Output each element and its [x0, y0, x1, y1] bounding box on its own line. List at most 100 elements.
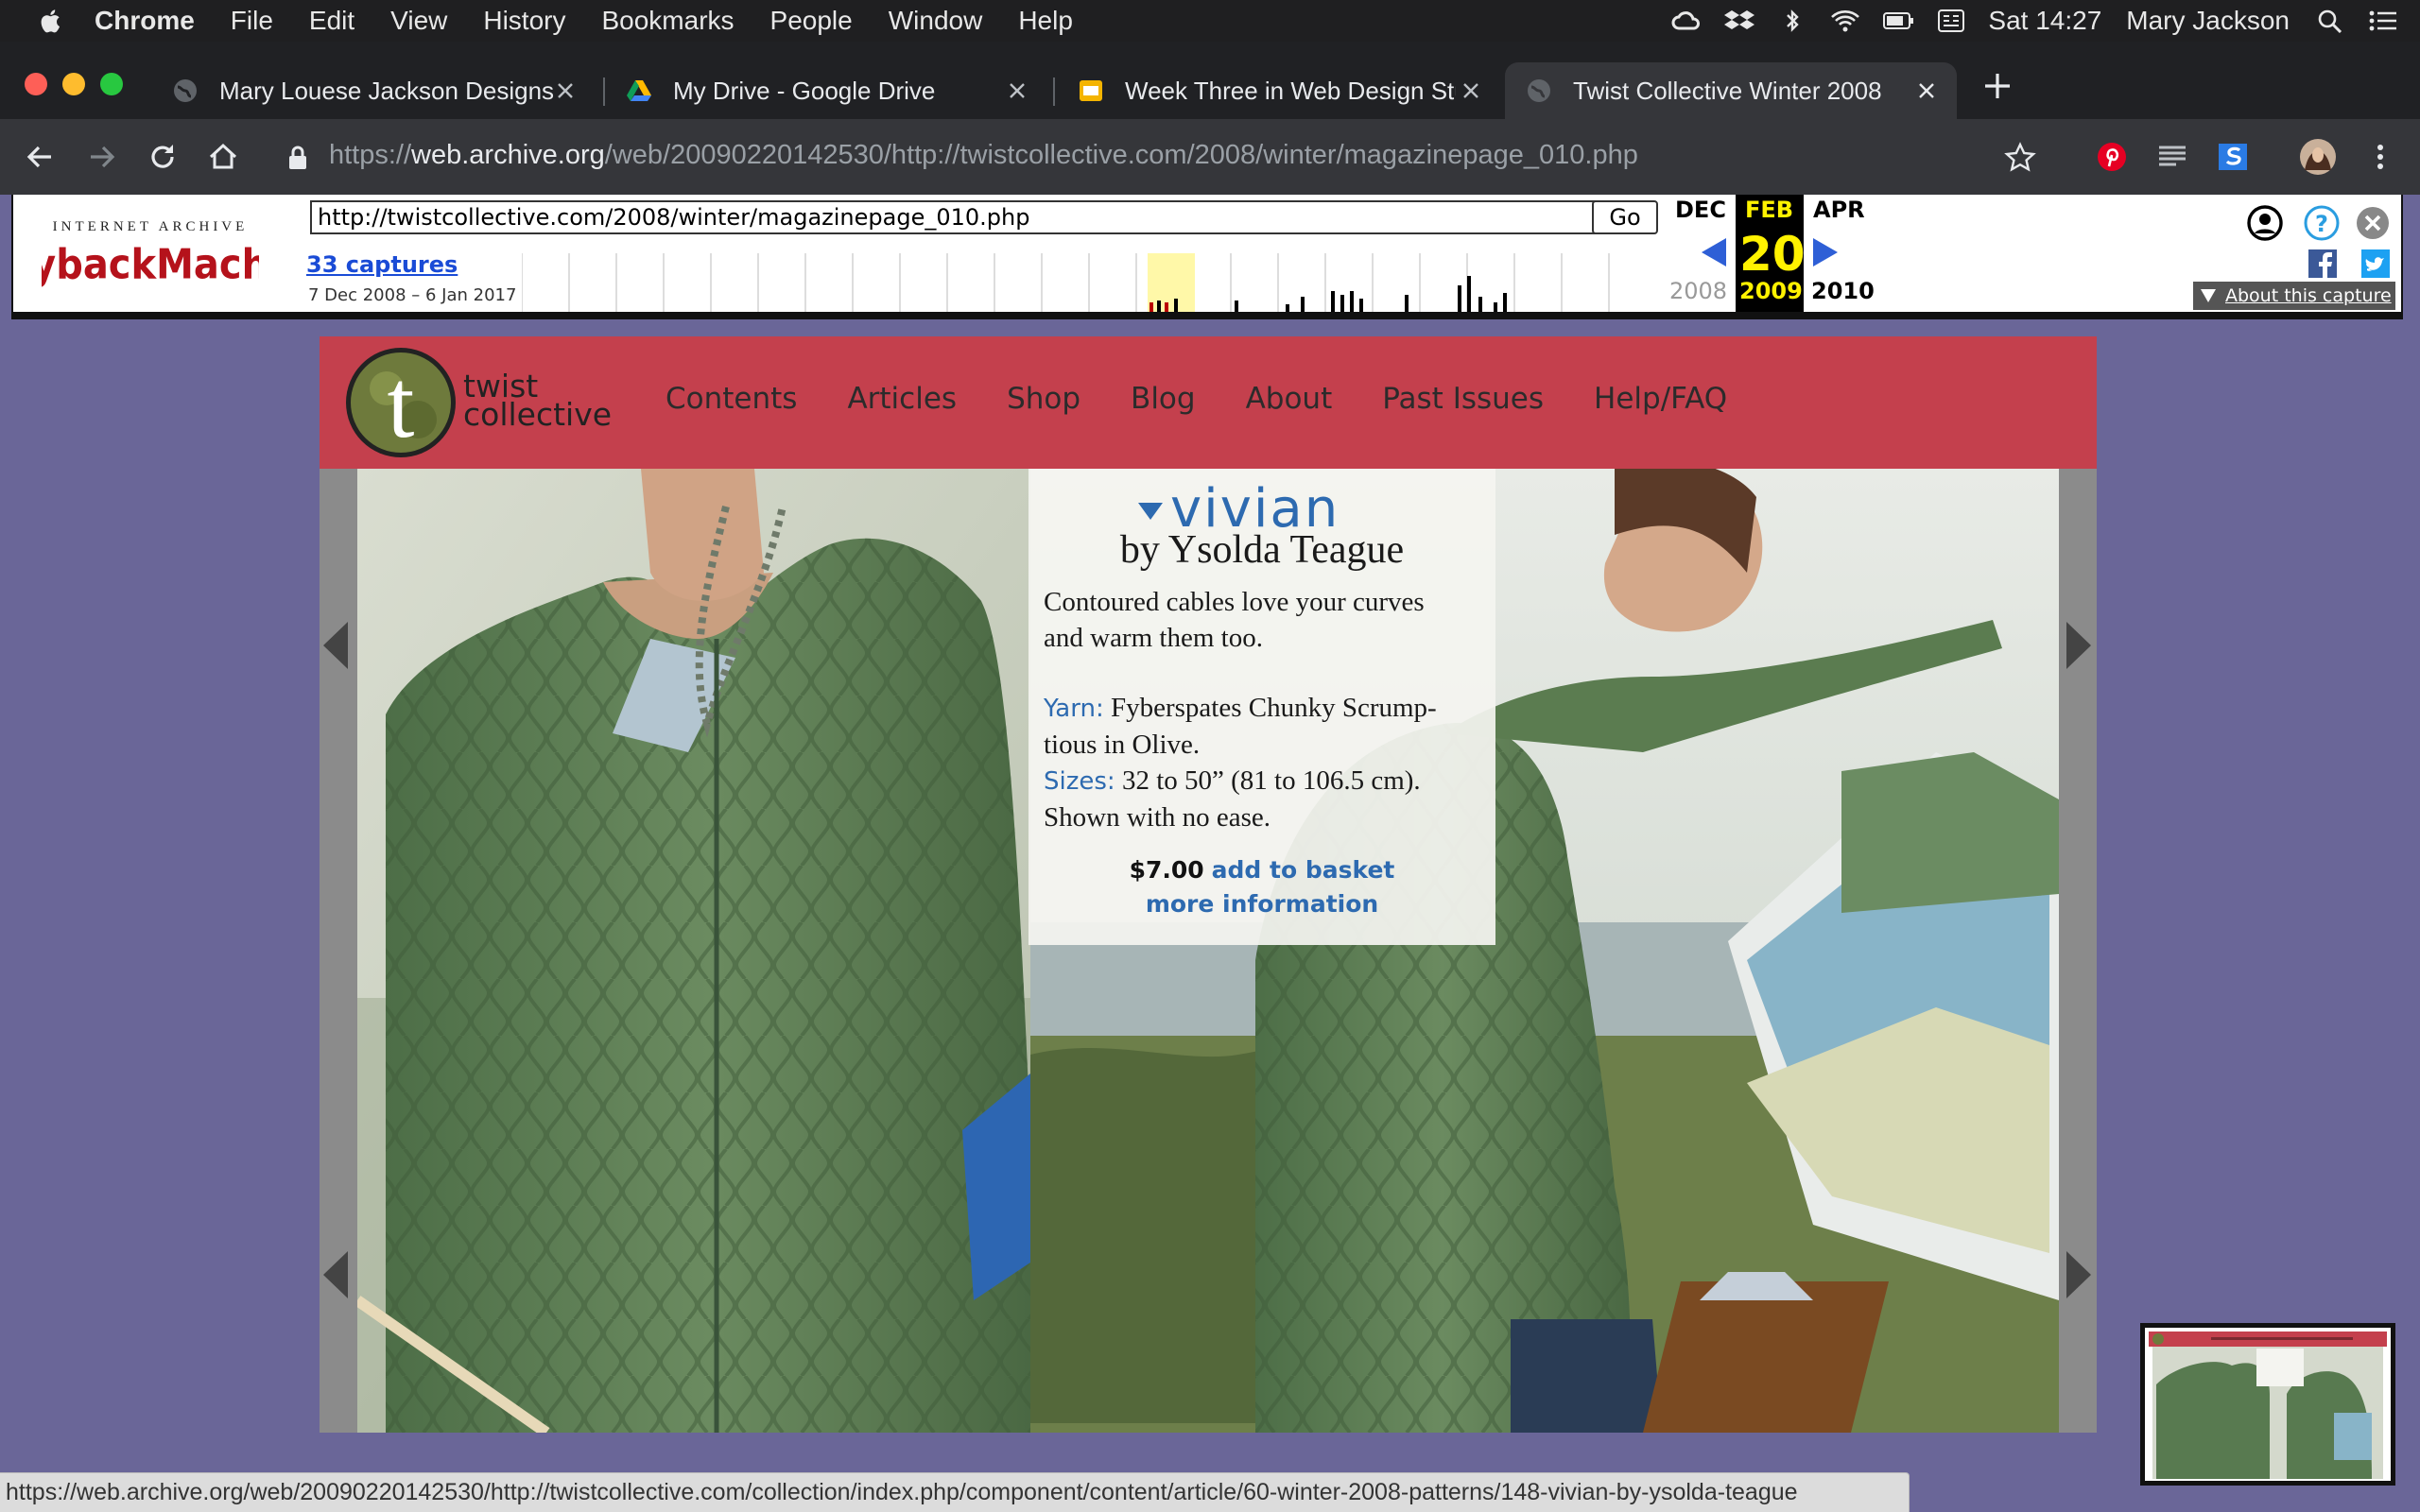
menu-bookmarks[interactable]: Bookmarks	[601, 6, 734, 36]
wayback-current-month: FEB	[1745, 197, 1794, 223]
globe-icon	[1528, 79, 1550, 102]
page-thumbnail-preview[interactable]	[2140, 1323, 2395, 1486]
new-tab-plus-icon[interactable]	[1981, 70, 2014, 102]
browser-toolbar: https://web.archive.org/web/200902201425…	[0, 119, 2420, 195]
menu-app-name[interactable]: Chrome	[95, 6, 195, 36]
twitter-icon[interactable]	[2361, 249, 2390, 278]
apple-icon[interactable]	[36, 6, 66, 36]
wifi-icon[interactable]	[1829, 9, 1861, 33]
menu-history[interactable]: History	[483, 6, 565, 36]
svg-text:?: ?	[2315, 211, 2328, 237]
nav-about[interactable]: About	[1246, 382, 1333, 416]
next-page-arrow-icon[interactable]	[2065, 620, 2093, 671]
wayback-prev-month[interactable]: DEC	[1675, 197, 1726, 223]
site-header: t twist collective Contents Articles Sho…	[320, 336, 2097, 469]
next-page-arrow-icon[interactable]	[2065, 1249, 2093, 1300]
pattern-description-line2: and warm them too.	[1044, 623, 1263, 653]
window-zoom-button[interactable]	[100, 73, 123, 95]
tab-mary-louese-jackson[interactable]: Mary Louese Jackson Designs	[151, 62, 596, 119]
tab-twist-collective-winter-2008[interactable]: Twist Collective Winter 2008	[1505, 62, 1957, 119]
s-extension-icon[interactable]	[2216, 140, 2250, 174]
lock-icon	[289, 146, 306, 169]
nav-blog[interactable]: Blog	[1131, 382, 1196, 416]
menubar-clock[interactable]: Sat 14:27	[1988, 6, 2101, 36]
wayback-machine-logo[interactable]: INTERNET ARCHIVE WaybackMachine	[42, 210, 259, 291]
notification-center-icon[interactable]	[2367, 9, 2399, 33]
battery-icon[interactable]	[1882, 9, 1914, 33]
tab-separator	[1053, 77, 1055, 106]
pinterest-extension-icon[interactable]	[2095, 140, 2129, 174]
sizes-label: Sizes:	[1044, 767, 1115, 796]
close-icon[interactable]	[1004, 77, 1030, 104]
forward-arrow-icon[interactable]	[85, 140, 119, 174]
tab-title: My Drive - Google Drive	[673, 76, 936, 105]
wayback-url-input[interactable]: http://twistcollective.com/2008/winter/m…	[310, 200, 1596, 234]
menubar-user[interactable]: Mary Jackson	[2126, 6, 2290, 36]
menu-view[interactable]: View	[390, 6, 447, 36]
logo-wordmark[interactable]: twist collective	[463, 370, 613, 433]
sizes-value: 32 to 50” (81 to 106.5 cm).	[1121, 765, 1421, 796]
wayback-next-month[interactable]: APR	[1813, 197, 1865, 223]
more-information-link[interactable]: more information	[1146, 890, 1378, 918]
help-icon[interactable]: ?	[2303, 204, 2341, 242]
wayback-go-button[interactable]: Go	[1592, 200, 1658, 234]
yarn-value-line2: tious in Olive.	[1044, 730, 1201, 760]
wayback-next-arrow-icon[interactable]	[1811, 236, 1840, 268]
price-row: $7.00 add to basket	[1028, 856, 1495, 884]
home-icon[interactable]	[206, 140, 240, 174]
about-this-capture-button[interactable]: About this capture	[2193, 282, 2395, 310]
tab-google-drive[interactable]: My Drive - Google Drive	[605, 62, 1047, 119]
nav-articles[interactable]: Articles	[847, 382, 957, 416]
menu-edit[interactable]: Edit	[309, 6, 354, 36]
reload-icon[interactable]	[146, 140, 180, 174]
pattern-description: Contoured cables love your curves and wa…	[1044, 584, 1488, 656]
back-arrow-icon[interactable]	[23, 140, 57, 174]
menu-window[interactable]: Window	[889, 6, 983, 36]
prev-page-arrow-icon[interactable]	[321, 1249, 350, 1300]
facebook-icon[interactable]	[2308, 249, 2337, 278]
wayback-capture-sparkline[interactable]	[522, 253, 1656, 312]
logo-wordmark-line2: collective	[463, 396, 613, 433]
add-to-basket-link[interactable]: add to basket	[1212, 856, 1395, 884]
address-bar[interactable]: https://web.archive.org/web/200902201425…	[268, 129, 2055, 185]
close-wayback-icon[interactable]	[2354, 204, 2392, 242]
user-account-icon[interactable]	[2246, 204, 2284, 242]
dropbox-icon[interactable]	[1723, 9, 1755, 33]
input-source-icon[interactable]	[1935, 9, 1967, 33]
tab-title: Twist Collective Winter 2008	[1573, 76, 1882, 105]
tab-week-three-web-design[interactable]: Week Three in Web Design Stu	[1057, 62, 1501, 119]
profile-avatar[interactable]	[2299, 138, 2337, 176]
reader-extension-icon[interactable]	[2155, 140, 2189, 174]
macos-menu-bar: Chrome File Edit View History Bookmarks …	[0, 0, 2420, 42]
window-close-button[interactable]	[25, 73, 47, 95]
menu-help[interactable]: Help	[1018, 6, 1073, 36]
wayback-current-day: 20	[1739, 227, 1806, 282]
wayback-next-year[interactable]: 2010	[1811, 278, 1875, 304]
ease-note: Shown with no ease.	[1044, 802, 1271, 833]
svg-text:INTERNET ARCHIVE: INTERNET ARCHIVE	[53, 219, 249, 234]
prev-page-arrow-icon[interactable]	[321, 620, 350, 671]
creative-cloud-icon[interactable]	[1670, 9, 1703, 33]
twist-collective-logo-icon[interactable]: t	[344, 346, 458, 459]
menu-file[interactable]: File	[231, 6, 273, 36]
yarn-label: Yarn:	[1044, 695, 1104, 723]
url-host: web.archive.org	[411, 140, 605, 170]
wayback-prev-arrow-icon[interactable]	[1700, 236, 1728, 268]
wayback-prev-year[interactable]: 2008	[1669, 278, 1727, 304]
spotlight-search-icon[interactable]	[2314, 9, 2346, 33]
pattern-price: $7.00	[1129, 856, 1204, 884]
nav-past-issues[interactable]: Past Issues	[1382, 382, 1544, 416]
close-icon[interactable]	[1913, 77, 1940, 104]
chrome-menu-icon[interactable]	[2363, 140, 2397, 174]
more-info-row: more information	[1028, 890, 1495, 918]
nav-help-faq[interactable]: Help/FAQ	[1594, 382, 1727, 416]
nav-shop[interactable]: Shop	[1007, 382, 1080, 416]
bluetooth-icon[interactable]	[1776, 9, 1808, 33]
nav-contents[interactable]: Contents	[666, 382, 797, 416]
wayback-captures-link[interactable]: 33 captures	[306, 251, 458, 278]
close-icon[interactable]	[1458, 77, 1484, 104]
close-icon[interactable]	[552, 77, 579, 104]
menu-people[interactable]: People	[770, 6, 853, 36]
bookmark-star-icon[interactable]	[2004, 142, 2036, 174]
window-minimize-button[interactable]	[62, 73, 85, 95]
